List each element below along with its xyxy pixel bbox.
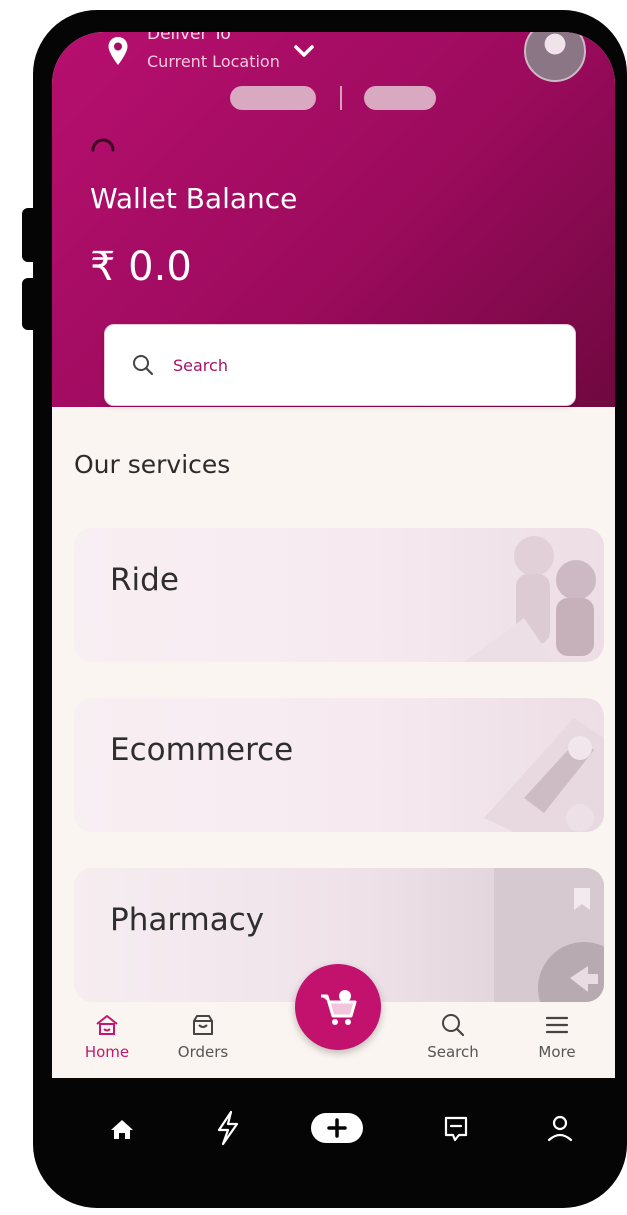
app-screen: Deliver To Current Location Wallet Balan…: [52, 32, 615, 1078]
nav-label-orders: Orders: [177, 1043, 229, 1061]
system-profile-button[interactable]: [530, 1108, 590, 1148]
chevron-down-icon: [294, 45, 314, 57]
search-input[interactable]: [171, 354, 475, 376]
plus-icon: [311, 1113, 363, 1143]
message-icon: [444, 1116, 468, 1142]
service-card-label: Pharmacy: [110, 902, 265, 938]
wallet-loading-icon: [91, 138, 115, 152]
service-card-ride[interactable]: Ride: [74, 528, 604, 662]
ride-illustration-icon: [464, 536, 596, 662]
location-pin-icon: [108, 37, 128, 65]
search-bar[interactable]: [104, 324, 576, 406]
system-lightning-button[interactable]: [197, 1108, 257, 1148]
nav-label-home: Home: [84, 1043, 130, 1061]
system-plus-button[interactable]: [307, 1108, 367, 1148]
nav-item-orders[interactable]: Orders: [158, 1012, 248, 1061]
cart-icon: [321, 990, 357, 1025]
system-message-button[interactable]: [426, 1108, 486, 1148]
system-home-button[interactable]: [92, 1108, 152, 1148]
profile-avatar[interactable]: [524, 32, 586, 82]
menu-icon: [545, 1016, 569, 1034]
current-location-label: Current Location: [147, 52, 280, 71]
pharmacy-illustration-icon: [494, 868, 604, 1002]
nav-label-search: Search: [427, 1043, 479, 1061]
deliver-location-selector[interactable]: Deliver To Current Location: [107, 32, 314, 72]
nav-item-home[interactable]: Home: [62, 1012, 152, 1061]
camera-pill-separator: [340, 86, 342, 110]
wallet-balance-amount: ₹ 0.0: [90, 244, 192, 290]
nav-item-more[interactable]: More: [512, 1012, 602, 1061]
ecommerce-illustration-icon: [484, 718, 604, 832]
services-title: Our services: [74, 450, 231, 479]
camera-pill-left: [230, 86, 316, 110]
orders-icon: [193, 1015, 213, 1035]
camera-pill-right: [364, 86, 436, 110]
search-icon: [442, 1014, 465, 1037]
home-icon: [96, 1015, 118, 1035]
wallet-balance-label: Wallet Balance: [90, 182, 298, 215]
cart-fab-button[interactable]: [295, 964, 381, 1050]
lightning-icon: [217, 1110, 239, 1146]
deliver-to-label: Deliver To: [147, 32, 231, 44]
home-icon: [111, 1120, 133, 1139]
service-card-label: Ride: [110, 562, 179, 598]
service-card-ecommerce[interactable]: Ecommerce: [74, 698, 604, 832]
service-card-label: Ecommerce: [110, 732, 294, 768]
search-icon: [133, 355, 154, 376]
nav-item-search[interactable]: Search: [408, 1012, 498, 1061]
nav-label-more: More: [538, 1043, 576, 1061]
profile-icon: [547, 1115, 573, 1142]
system-navigation-bar: [52, 1078, 615, 1198]
